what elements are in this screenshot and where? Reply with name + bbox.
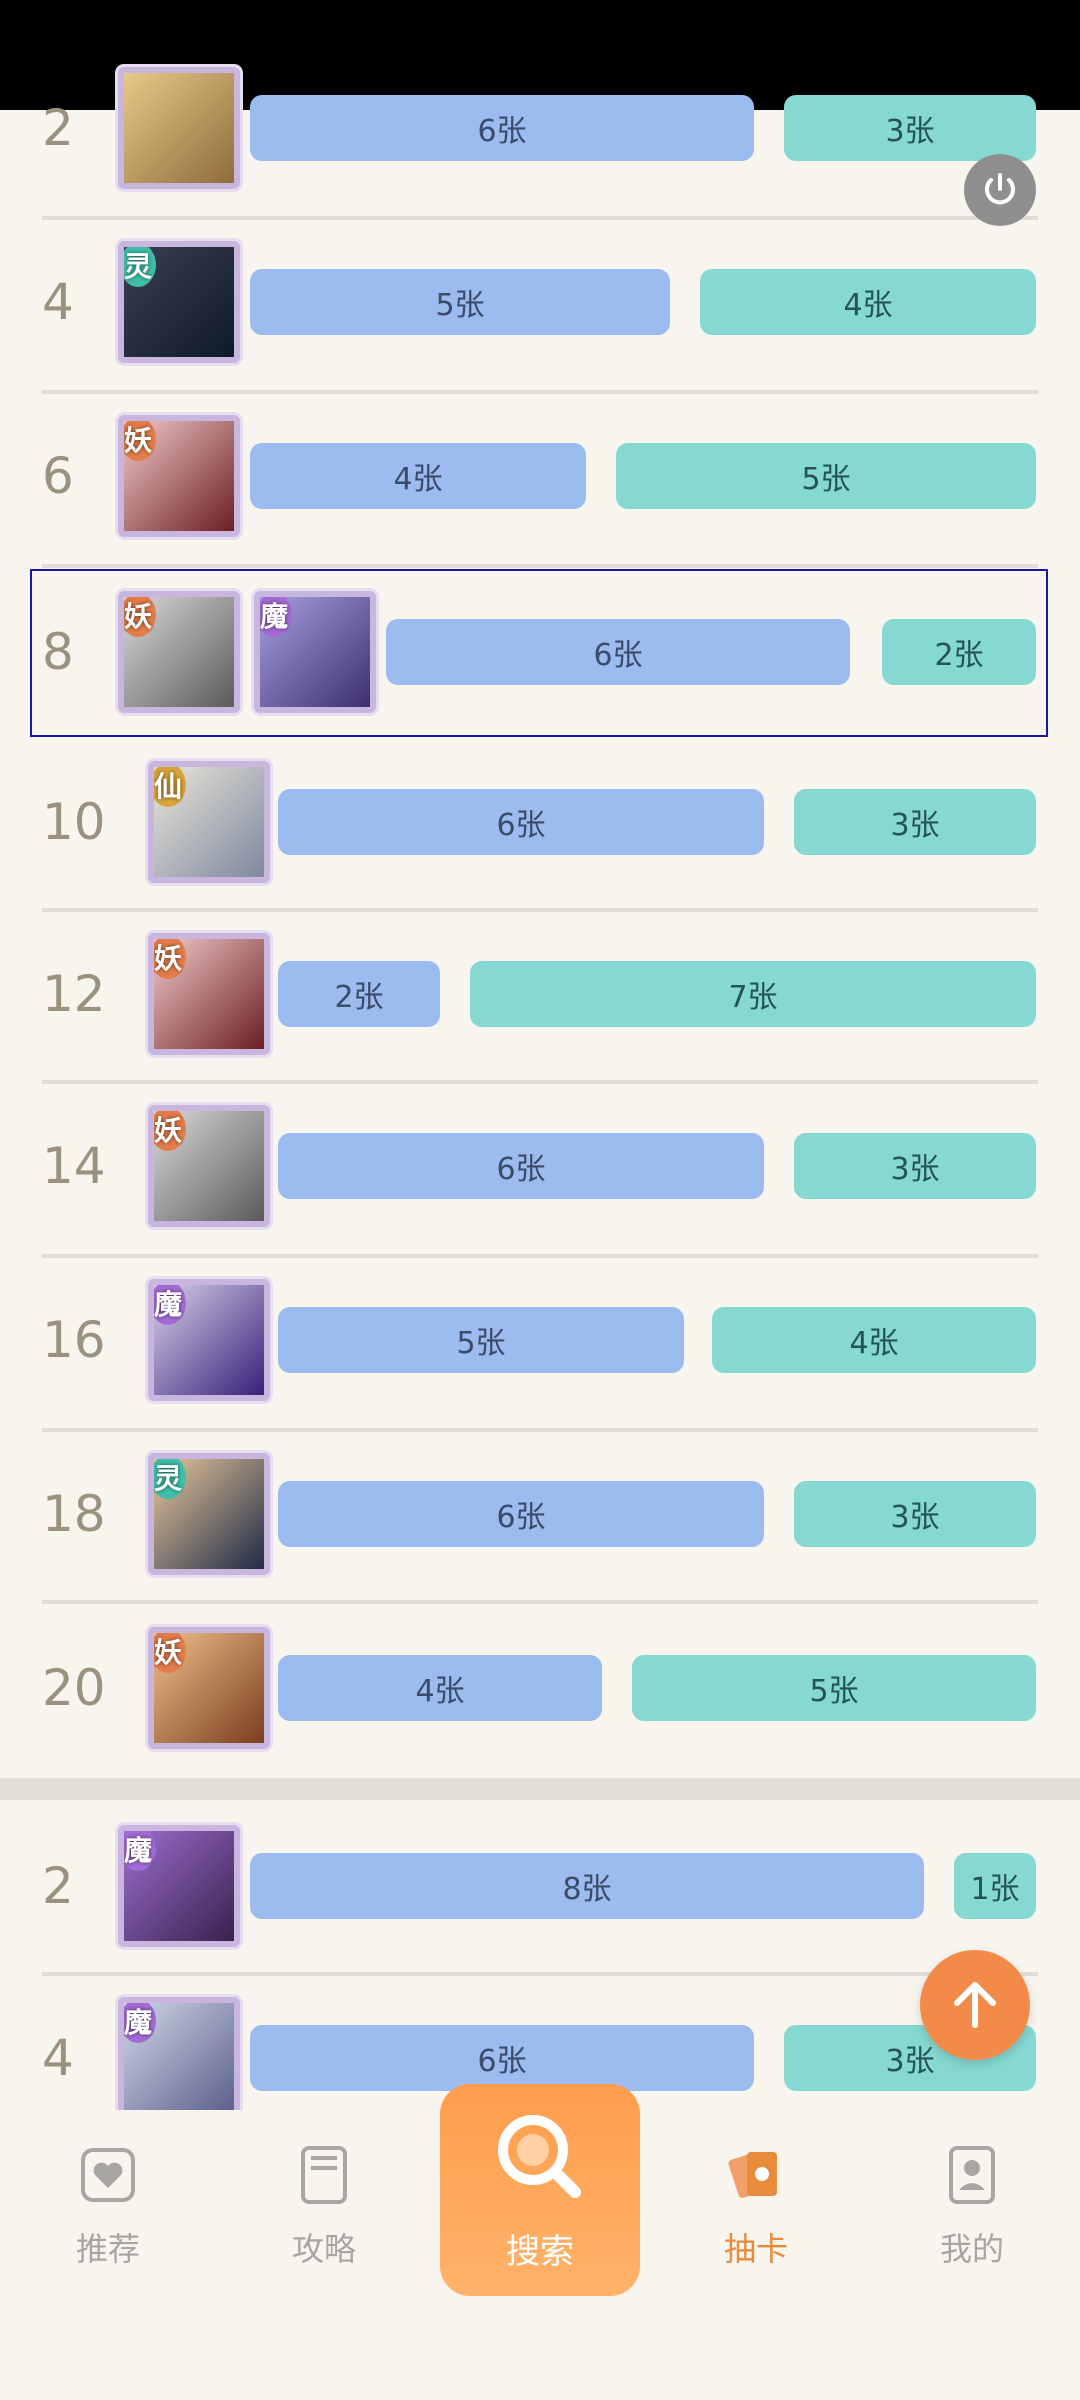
faction-badge: 灵 xyxy=(124,247,157,287)
tab-profile[interactable]: 我的 xyxy=(872,2140,1072,2280)
list-item[interactable]: 14 妖 6张 3张 xyxy=(0,1080,1080,1252)
row-number: 8 xyxy=(42,623,74,681)
tab-recommend[interactable]: 推荐 xyxy=(8,2140,208,2280)
row-number: 2 xyxy=(42,1857,74,1915)
count-bar-left: 6张 xyxy=(250,2025,754,2091)
row-number: 18 xyxy=(42,1485,106,1543)
list-item[interactable]: 20 妖 4张 5张 xyxy=(0,1602,1080,1774)
list-item[interactable]: 4 灵 5张 4张 xyxy=(0,216,1080,388)
hero-avatar[interactable]: 仙 xyxy=(148,761,270,883)
faction-badge: 灵 xyxy=(154,1459,187,1499)
count-bar-left: 4张 xyxy=(250,443,586,509)
hero-avatar[interactable]: 妖 xyxy=(148,933,270,1055)
count-bar-left: 6张 xyxy=(278,1481,764,1547)
faction-badge: 妖 xyxy=(154,939,187,979)
count-bar-left: 5张 xyxy=(250,269,670,335)
hero-avatar[interactable]: 妖 xyxy=(148,1105,270,1227)
count-bar-left: 6张 xyxy=(278,1133,764,1199)
faction-badge: 妖 xyxy=(154,1111,187,1151)
scroll-to-top-button[interactable] xyxy=(920,1950,1030,2060)
faction-badge: 魔 xyxy=(124,1831,157,1871)
count-bar-left: 6张 xyxy=(278,789,764,855)
count-bar-left: 6张 xyxy=(386,619,850,685)
hero-avatar[interactable]: 灵 xyxy=(118,241,240,363)
search-icon xyxy=(498,2115,581,2198)
tab-label: 攻略 xyxy=(291,2230,356,2268)
row-number: 14 xyxy=(42,1137,106,1195)
count-bar-left: 4张 xyxy=(278,1655,602,1721)
count-bar-left: 2张 xyxy=(278,961,440,1027)
book-icon xyxy=(301,2146,347,2204)
profile-icon xyxy=(949,2146,995,2204)
count-bar-right: 5张 xyxy=(632,1655,1036,1721)
list-item[interactable]: 18 灵 6张 3张 xyxy=(0,1428,1080,1600)
faction-badge: 妖 xyxy=(124,597,157,637)
count-bar-left: 6张 xyxy=(250,95,754,161)
row-number: 6 xyxy=(42,447,74,505)
count-bar-right: 3张 xyxy=(794,1133,1036,1199)
list-item[interactable]: 12 妖 2张 7张 xyxy=(0,908,1080,1080)
hero-avatar[interactable]: 妖 xyxy=(118,415,240,537)
tab-label: 搜索 xyxy=(506,2232,574,2272)
tab-guide[interactable]: 攻略 xyxy=(224,2140,424,2280)
count-bar-right: 4张 xyxy=(712,1307,1036,1373)
faction-badge: 魔 xyxy=(260,597,293,637)
row-number: 4 xyxy=(42,273,74,331)
row-number: 10 xyxy=(42,793,106,851)
count-bar-right: 1张 xyxy=(954,1853,1036,1919)
tab-label: 推荐 xyxy=(75,2230,140,2268)
count-bar-left: 8张 xyxy=(250,1853,924,1919)
list-item[interactable]: 2 魔 8张 1张 xyxy=(0,1800,1080,1972)
hero-avatar[interactable]: 魔 xyxy=(118,1825,240,1947)
tab-label: 抽卡 xyxy=(723,2230,788,2268)
row-number: 12 xyxy=(42,965,106,1023)
faction-badge: 妖 xyxy=(124,421,157,461)
list-item[interactable]: 6 妖 4张 5张 xyxy=(0,390,1080,562)
count-bar-right: 4张 xyxy=(700,269,1036,335)
count-bar-right: 3张 xyxy=(794,789,1036,855)
cards-icon xyxy=(728,2152,777,2198)
faction-badge: 妖 xyxy=(154,1633,187,1673)
count-bar-right: 3张 xyxy=(794,1481,1036,1547)
list-item[interactable]: 2 6张 3张 xyxy=(0,42,1080,214)
hero-avatar[interactable]: 魔 xyxy=(254,591,376,713)
heart-icon xyxy=(81,2148,135,2202)
section-divider xyxy=(0,1778,1080,1800)
faction-badge: 仙 xyxy=(154,767,187,807)
power-button[interactable] xyxy=(964,154,1036,226)
list-item[interactable]: 8 妖 魔 6张 2张 xyxy=(0,566,1080,738)
hero-avatar[interactable]: 魔 xyxy=(148,1279,270,1401)
count-bar-right: 3张 xyxy=(784,95,1036,161)
faction-badge: 魔 xyxy=(154,1285,187,1325)
count-bar-left: 5张 xyxy=(278,1307,684,1373)
hero-avatar[interactable] xyxy=(118,67,240,189)
list-item[interactable]: 16 魔 5张 4张 xyxy=(0,1254,1080,1426)
hero-avatar[interactable]: 妖 xyxy=(148,1627,270,1749)
count-bar-right: 7张 xyxy=(470,961,1036,1027)
count-bar-right: 5张 xyxy=(616,443,1036,509)
power-icon xyxy=(985,173,1015,205)
count-bar-right: 2张 xyxy=(882,619,1036,685)
tab-draw-cards[interactable]: 抽卡 xyxy=(656,2140,856,2280)
hero-avatar[interactable]: 魔 xyxy=(118,1997,240,2119)
tab-label: 我的 xyxy=(939,2230,1004,2268)
hero-avatar[interactable]: 灵 xyxy=(148,1453,270,1575)
row-number: 4 xyxy=(42,2029,74,2087)
list-item[interactable]: 10 仙 6张 3张 xyxy=(0,736,1080,908)
row-number: 16 xyxy=(42,1311,106,1369)
row-number: 20 xyxy=(42,1659,106,1717)
tab-search[interactable]: 搜索 xyxy=(440,2084,640,2296)
bottom-tab-bar: 推荐 攻略 搜索 抽卡 我的 xyxy=(0,2084,1080,2400)
arrow-up-icon xyxy=(954,1982,996,2028)
faction-badge: 魔 xyxy=(124,2003,157,2043)
row-number: 2 xyxy=(42,99,74,157)
hero-avatar[interactable]: 妖 xyxy=(118,591,240,713)
